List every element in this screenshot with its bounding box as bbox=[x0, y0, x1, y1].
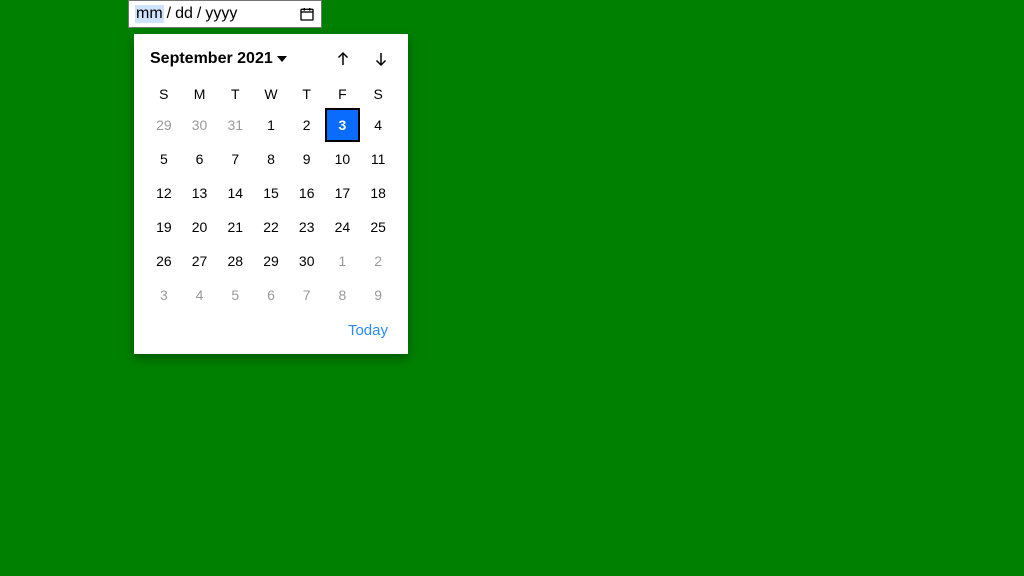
day-cell-other-month[interactable]: 31 bbox=[217, 108, 253, 142]
day-cell[interactable]: 24 bbox=[325, 210, 361, 244]
prev-month-button[interactable] bbox=[332, 48, 354, 70]
day-cell[interactable]: 28 bbox=[217, 244, 253, 278]
day-header: M bbox=[182, 80, 218, 108]
date-input-mm[interactable]: mm bbox=[135, 5, 164, 23]
day-cell-other-month[interactable]: 5 bbox=[217, 278, 253, 312]
day-header: S bbox=[146, 80, 182, 108]
day-cell-other-month[interactable]: 4 bbox=[182, 278, 218, 312]
day-cell[interactable]: 15 bbox=[253, 176, 289, 210]
day-cell[interactable]: 30 bbox=[289, 244, 325, 278]
day-cell[interactable]: 29 bbox=[253, 244, 289, 278]
day-cell[interactable]: 11 bbox=[360, 142, 396, 176]
date-input-yyyy[interactable]: yyyy bbox=[204, 5, 238, 23]
datepicker-footer: Today bbox=[146, 312, 396, 342]
next-month-button[interactable] bbox=[370, 48, 392, 70]
day-cell-other-month[interactable]: 3 bbox=[146, 278, 182, 312]
date-input-separator-1: / bbox=[166, 5, 172, 23]
day-cell-other-month[interactable]: 1 bbox=[325, 244, 361, 278]
day-cell-other-month[interactable]: 6 bbox=[253, 278, 289, 312]
day-cell[interactable]: 17 bbox=[325, 176, 361, 210]
datepicker-popup: September 2021 SMTWTFS293031123456789101… bbox=[134, 34, 408, 354]
day-cell[interactable]: 9 bbox=[289, 142, 325, 176]
calendar-icon[interactable] bbox=[299, 6, 315, 22]
day-cell[interactable]: 19 bbox=[146, 210, 182, 244]
day-cell[interactable]: 7 bbox=[217, 142, 253, 176]
day-cell-other-month[interactable]: 29 bbox=[146, 108, 182, 142]
day-cell[interactable]: 2 bbox=[289, 108, 325, 142]
day-cell-other-month[interactable]: 9 bbox=[360, 278, 396, 312]
day-cell-other-month[interactable]: 7 bbox=[289, 278, 325, 312]
day-cell[interactable]: 23 bbox=[289, 210, 325, 244]
day-cell[interactable]: 21 bbox=[217, 210, 253, 244]
day-cell[interactable]: 27 bbox=[182, 244, 218, 278]
day-cell[interactable]: 5 bbox=[146, 142, 182, 176]
month-year-selector[interactable]: September 2021 bbox=[150, 50, 287, 68]
day-cell[interactable]: 16 bbox=[289, 176, 325, 210]
day-cell[interactable]: 26 bbox=[146, 244, 182, 278]
day-cell[interactable]: 6 bbox=[182, 142, 218, 176]
today-button[interactable]: Today bbox=[348, 322, 388, 339]
day-cell-other-month[interactable]: 2 bbox=[360, 244, 396, 278]
day-cell-other-month[interactable]: 30 bbox=[182, 108, 218, 142]
day-cell[interactable]: 14 bbox=[217, 176, 253, 210]
day-header: S bbox=[360, 80, 396, 108]
day-cell[interactable]: 13 bbox=[182, 176, 218, 210]
date-input-segments: mm / dd / yyyy bbox=[135, 5, 238, 23]
day-header: T bbox=[217, 80, 253, 108]
datepicker-grid: SMTWTFS293031123456789101112131415161718… bbox=[146, 80, 396, 312]
day-header: F bbox=[325, 80, 361, 108]
day-cell[interactable]: 1 bbox=[253, 108, 289, 142]
day-cell[interactable]: 22 bbox=[253, 210, 289, 244]
day-cell[interactable]: 12 bbox=[146, 176, 182, 210]
datepicker-header: September 2021 bbox=[146, 48, 396, 80]
day-cell[interactable]: 4 bbox=[360, 108, 396, 142]
day-cell[interactable]: 10 bbox=[325, 142, 361, 176]
month-year-label: September 2021 bbox=[150, 50, 273, 68]
day-cell[interactable]: 18 bbox=[360, 176, 396, 210]
day-header: T bbox=[289, 80, 325, 108]
date-input[interactable]: mm / dd / yyyy bbox=[128, 0, 322, 28]
datepicker-nav bbox=[332, 48, 392, 70]
day-cell-selected[interactable]: 3 bbox=[325, 108, 361, 142]
date-input-dd[interactable]: dd bbox=[174, 5, 194, 23]
caret-down-icon bbox=[277, 54, 287, 64]
day-cell[interactable]: 8 bbox=[253, 142, 289, 176]
day-cell[interactable]: 25 bbox=[360, 210, 396, 244]
day-cell[interactable]: 20 bbox=[182, 210, 218, 244]
day-header: W bbox=[253, 80, 289, 108]
date-input-separator-2: / bbox=[196, 5, 202, 23]
day-cell-other-month[interactable]: 8 bbox=[325, 278, 361, 312]
